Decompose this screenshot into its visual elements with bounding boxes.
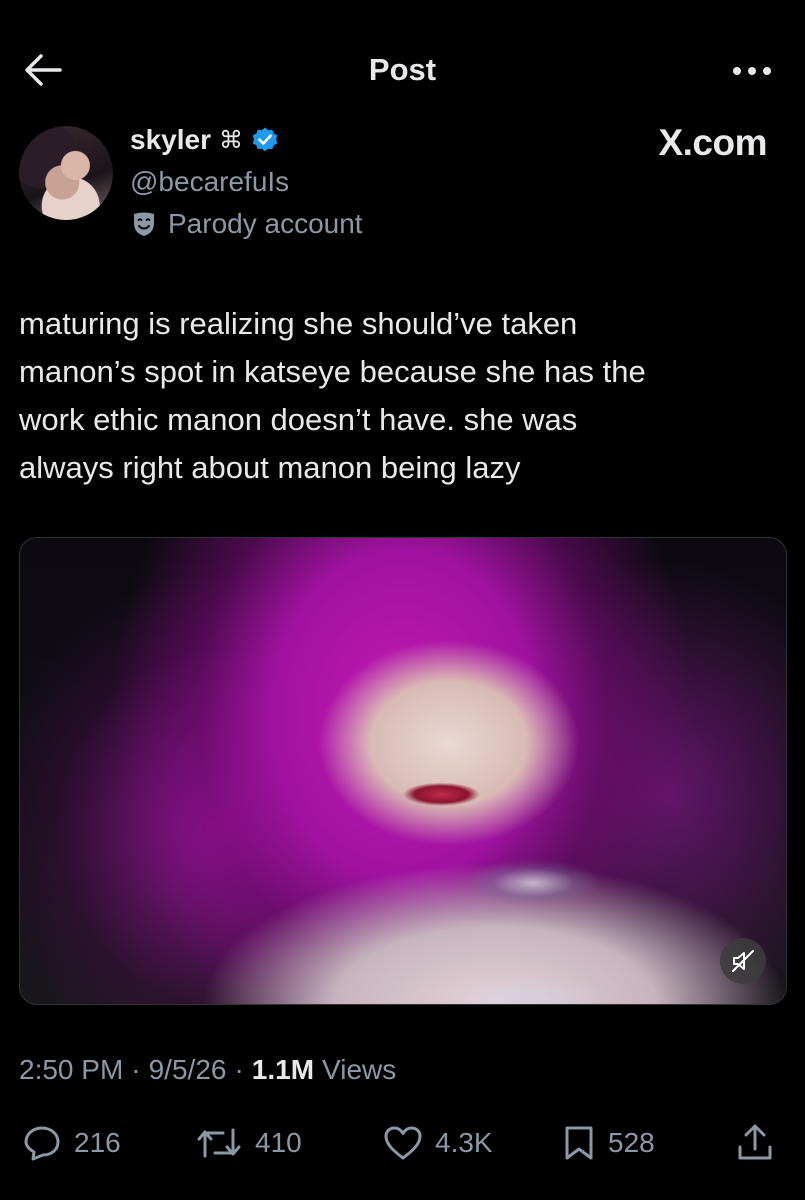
verified-badge-icon xyxy=(251,126,279,154)
reply-button[interactable]: 216 xyxy=(22,1115,121,1171)
views-label: Views xyxy=(322,1054,397,1085)
theater-mask-icon xyxy=(132,211,156,237)
share-button[interactable] xyxy=(736,1115,774,1171)
repost-button[interactable]: 410 xyxy=(195,1115,302,1171)
like-button[interactable]: 4.3K xyxy=(383,1115,493,1171)
avatar[interactable] xyxy=(19,126,113,220)
more-horizontal-icon xyxy=(732,66,772,76)
post-date: 9/5/26 xyxy=(148,1054,227,1085)
repost-count: 410 xyxy=(255,1127,302,1158)
post-video[interactable] xyxy=(19,537,787,1005)
top-bar: Post xyxy=(0,0,805,140)
post-time: 2:50 PM xyxy=(19,1054,124,1085)
bookmark-button[interactable]: 528 xyxy=(562,1115,655,1171)
reply-count: 216 xyxy=(74,1127,121,1158)
bookmark-icon xyxy=(562,1124,596,1162)
post-meta: 2:50 PM · 9/5/26 · 1.1M Views xyxy=(19,1054,396,1086)
share-icon xyxy=(736,1123,774,1163)
post-text: maturing is realizing she should’ve take… xyxy=(19,306,646,485)
post-page: Post skyler ⌘ @becarefuIs Parody account… xyxy=(0,0,805,1200)
author-display-name[interactable]: skyler xyxy=(130,124,211,156)
page-title: Post xyxy=(368,52,437,87)
speaker-muted-icon xyxy=(730,948,756,974)
heart-icon xyxy=(383,1125,423,1161)
parody-account-text: Parody account xyxy=(168,208,363,239)
repost-icon xyxy=(195,1124,243,1162)
name-symbol: ⌘ xyxy=(218,126,243,154)
meta-separator: · xyxy=(131,1054,141,1085)
unmute-button[interactable] xyxy=(720,938,766,984)
source-label: X.com xyxy=(658,122,767,163)
author-handle[interactable]: @becarefuIs xyxy=(130,166,289,198)
more-options-button[interactable] xyxy=(727,54,777,88)
views-count[interactable]: 1.1M xyxy=(252,1054,314,1086)
like-count: 4.3K xyxy=(435,1127,493,1158)
parody-label: Parody account xyxy=(132,208,363,240)
author-name-row[interactable]: skyler ⌘ xyxy=(130,124,279,156)
bookmark-count: 528 xyxy=(608,1127,655,1158)
action-bar: 216 410 4.3K 528 xyxy=(0,1115,805,1171)
meta-separator: · xyxy=(234,1054,244,1085)
reply-icon xyxy=(22,1124,62,1162)
